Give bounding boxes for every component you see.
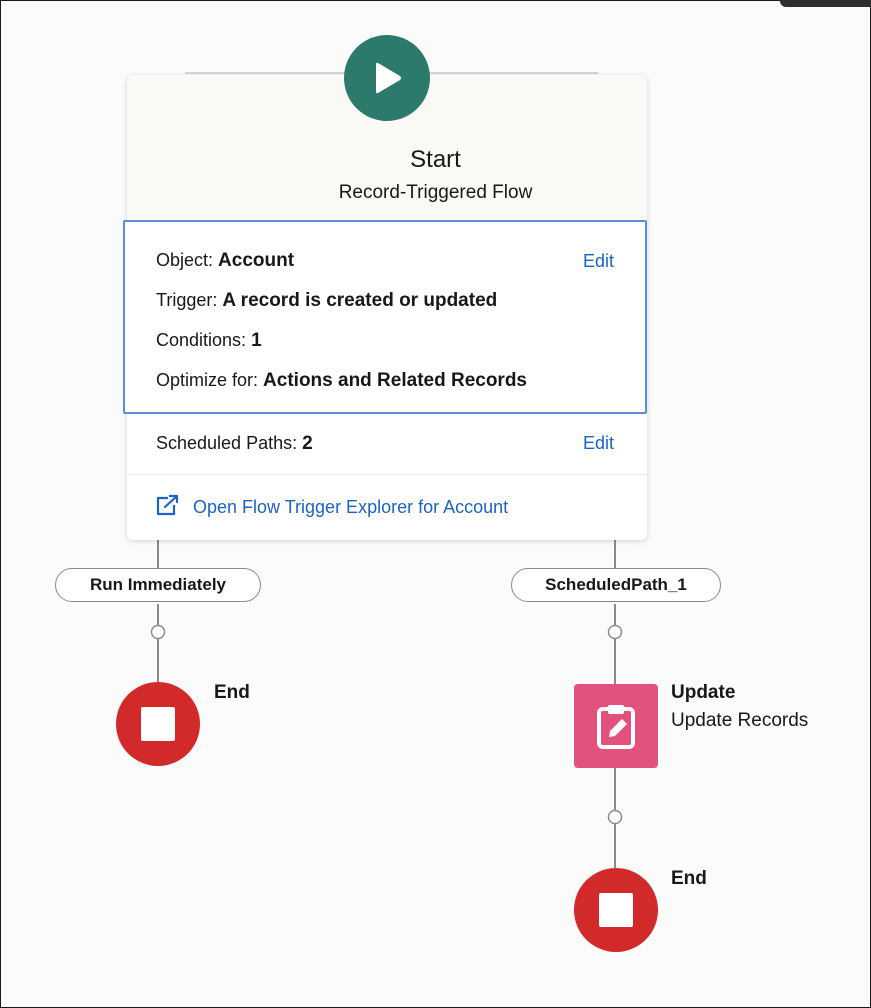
update-label: Update bbox=[671, 682, 736, 703]
end-left-label: End bbox=[214, 682, 250, 703]
optimize-value: Actions and Related Records bbox=[263, 370, 527, 391]
external-link-icon bbox=[155, 494, 181, 521]
start-subtitle: Record-Triggered Flow bbox=[338, 182, 533, 203]
end-right-label: End bbox=[671, 868, 707, 889]
object-value: Account bbox=[218, 250, 295, 271]
update-sublabel: Update Records bbox=[671, 710, 809, 731]
object-row: Object: Account bbox=[156, 250, 294, 272]
stop-icon[interactable] bbox=[574, 868, 658, 952]
edit-scheduled-paths-link[interactable]: Edit bbox=[583, 433, 614, 454]
optimize-label: Optimize for: bbox=[156, 370, 259, 390]
trigger-row: Trigger: A record is created or updated bbox=[156, 290, 497, 312]
path-run-immediately[interactable]: Run Immediately bbox=[55, 568, 261, 602]
conditions-label: Conditions: bbox=[156, 330, 247, 350]
play-icon[interactable] bbox=[344, 35, 430, 121]
trigger-label: Trigger: bbox=[156, 290, 218, 310]
explorer-link-label: Open Flow Trigger Explorer for Account bbox=[193, 497, 509, 517]
conditions-row: Conditions: 1 bbox=[156, 330, 262, 352]
start-title: Start bbox=[410, 146, 461, 173]
optimize-row: Optimize for: Actions and Related Record… bbox=[156, 370, 527, 392]
scheduled-paths-row: Scheduled Paths: 2 bbox=[156, 433, 313, 455]
object-label: Object: bbox=[156, 250, 214, 270]
scheduled-paths-label: Scheduled Paths: bbox=[156, 433, 298, 453]
stop-icon[interactable] bbox=[116, 682, 200, 766]
clipboard-edit-icon[interactable] bbox=[574, 684, 658, 768]
trigger-value: A record is created or updated bbox=[222, 290, 498, 311]
divider bbox=[128, 474, 646, 475]
conditions-value: 1 bbox=[251, 330, 262, 351]
path-scheduled-path-1[interactable]: ScheduledPath_1 bbox=[511, 568, 721, 602]
scheduled-paths-value: 2 bbox=[302, 433, 313, 454]
edit-trigger-link[interactable]: Edit bbox=[583, 251, 614, 272]
open-trigger-explorer-link[interactable]: Open Flow Trigger Explorer for Account bbox=[155, 494, 508, 521]
